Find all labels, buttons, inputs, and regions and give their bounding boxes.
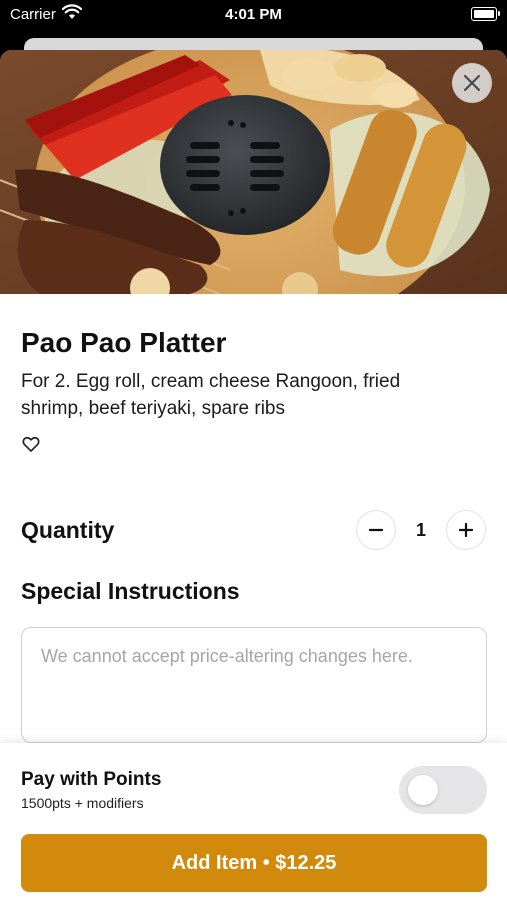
favorite-button[interactable] xyxy=(21,434,41,454)
footer-bar: Pay with Points 1500pts + modifiers Add … xyxy=(0,743,507,900)
quantity-increment-button[interactable] xyxy=(446,510,486,550)
item-title: Pao Pao Platter xyxy=(21,327,227,358)
close-button[interactable] xyxy=(452,63,492,103)
points-cost-label: 1500pts + modifiers xyxy=(21,795,144,811)
heart-icon xyxy=(22,436,40,452)
quantity-label: Quantity xyxy=(21,517,115,543)
item-detail-sheet: Pao Pao Platter For 2. Egg roll, cream c… xyxy=(0,50,507,900)
close-icon xyxy=(463,74,481,92)
item-photo xyxy=(0,50,507,294)
toggle-knob xyxy=(408,775,438,805)
quantity-value: 1 xyxy=(415,520,426,540)
status-time: 4:01 PM xyxy=(225,6,282,23)
status-bar: Carrier 4:01 PM xyxy=(0,0,507,30)
battery-icon xyxy=(471,7,500,21)
special-instructions-label: Special Instructions xyxy=(21,578,240,604)
pay-with-points-toggle[interactable] xyxy=(399,766,487,814)
pay-with-points-label: Pay with Points xyxy=(21,769,162,790)
minus-icon xyxy=(369,528,383,532)
add-item-button[interactable]: Add Item • $12.25 xyxy=(21,834,487,892)
quantity-decrement-button[interactable] xyxy=(356,510,396,550)
special-instructions-input[interactable] xyxy=(21,627,487,743)
item-description: For 2. Egg roll, cream cheese Rangoon, f… xyxy=(21,371,401,419)
plus-icon xyxy=(459,523,473,537)
